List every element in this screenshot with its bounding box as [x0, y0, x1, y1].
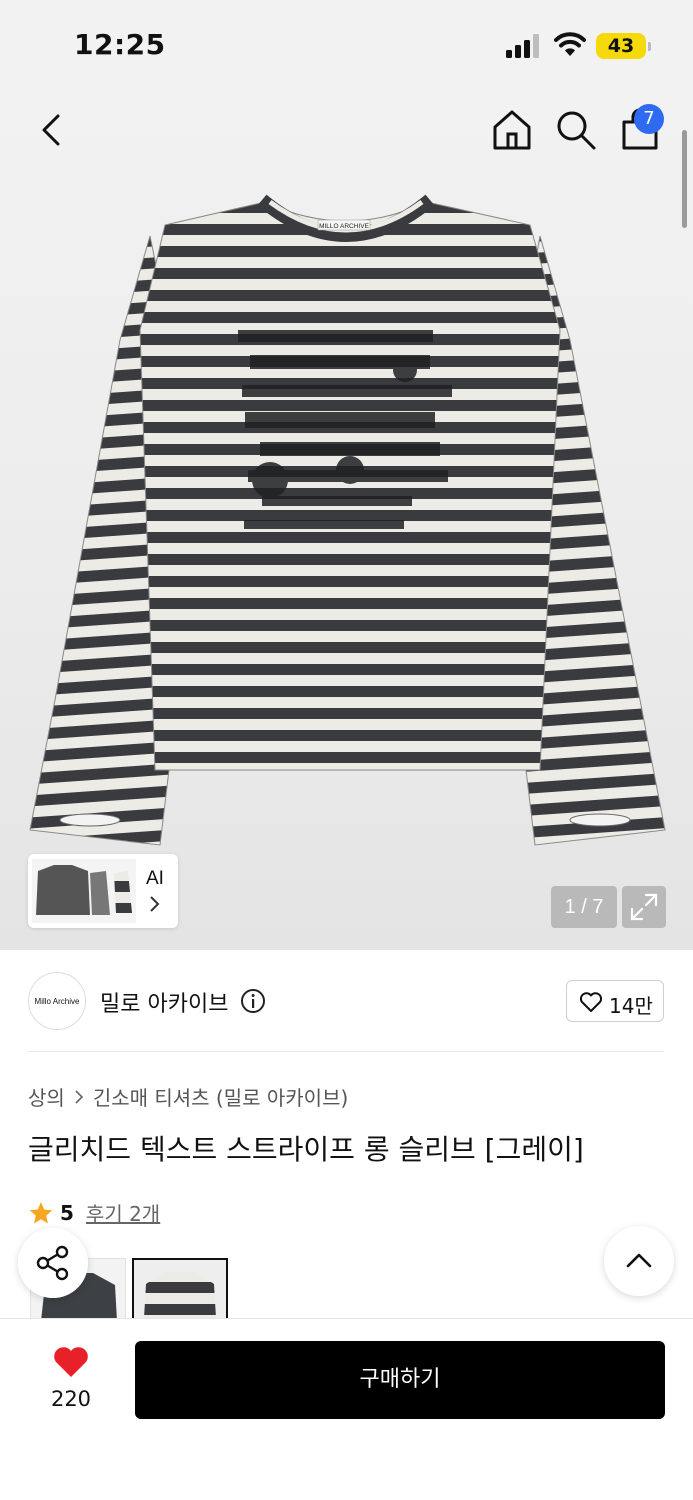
cellular-signal-icon — [506, 34, 539, 58]
product-image: MILLO ARCHIVE — [29, 194, 666, 846]
brand-logo[interactable]: Millo Archive — [28, 972, 86, 1030]
ai-label: AI — [146, 868, 164, 889]
home-icon[interactable] — [488, 106, 536, 154]
battery-nub — [648, 42, 651, 51]
battery-indicator: 43 — [596, 33, 646, 59]
image-page-counter: 1 / 7 — [551, 886, 617, 928]
bottom-action-bar: 220 구매하기 — [0, 1318, 693, 1500]
star-icon — [29, 1201, 53, 1223]
wifi-icon — [554, 32, 586, 56]
back-icon[interactable] — [28, 106, 76, 154]
chevron-up-icon[interactable] — [604, 1226, 674, 1296]
wishlist-button[interactable]: 220 — [30, 1343, 112, 1413]
share-icon[interactable] — [18, 1228, 88, 1298]
breadcrumb-subcategory[interactable]: 긴소매 티셔츠 (밀로 아카이브) — [93, 1082, 348, 1111]
status-bar: 12:25 43 — [0, 0, 693, 90]
status-time: 12:25 — [74, 28, 166, 61]
search-icon[interactable] — [552, 106, 600, 154]
review-link[interactable]: 후기 2개 — [86, 1198, 160, 1227]
color-option-image — [144, 1272, 216, 1318]
breadcrumb: 상의 긴소매 티셔츠 (밀로 아카이브) — [28, 1082, 348, 1111]
rating-row: 5 후기 2개 — [28, 1198, 160, 1227]
color-option-gray[interactable] — [132, 1258, 228, 1320]
expand-icon[interactable] — [622, 886, 666, 928]
heart-filled-icon — [54, 1347, 88, 1377]
ai-thumbnail-image — [32, 859, 136, 923]
rating-score: 5 — [60, 1200, 74, 1225]
brand-like-count: 14만 — [609, 994, 653, 1018]
product-gallery[interactable]: 7 MILLO ARCHIVE AI 1 / 7 — [0, 90, 693, 950]
info-icon[interactable] — [240, 988, 266, 1014]
divider — [28, 1051, 664, 1052]
product-title: 글리치드 텍스트 스트라이프 롱 슬리브 [그레이] — [28, 1133, 584, 1166]
chevron-right-icon — [75, 1089, 83, 1104]
brand-like-button[interactable]: 14만 — [566, 980, 664, 1022]
brand-name[interactable]: 밀로 아카이브 — [100, 986, 228, 1018]
ai-recommendation-card[interactable]: AI — [28, 854, 178, 928]
cart-count-badge: 7 — [634, 104, 664, 134]
breadcrumb-category[interactable]: 상의 — [28, 1082, 65, 1111]
garment-label-text: MILLO ARCHIVE — [319, 223, 370, 230]
chevron-right-icon — [150, 896, 160, 912]
wishlist-count: 220 — [50, 1387, 92, 1411]
buy-button[interactable]: 구매하기 — [135, 1341, 665, 1419]
heart-outline-icon — [579, 992, 603, 1012]
